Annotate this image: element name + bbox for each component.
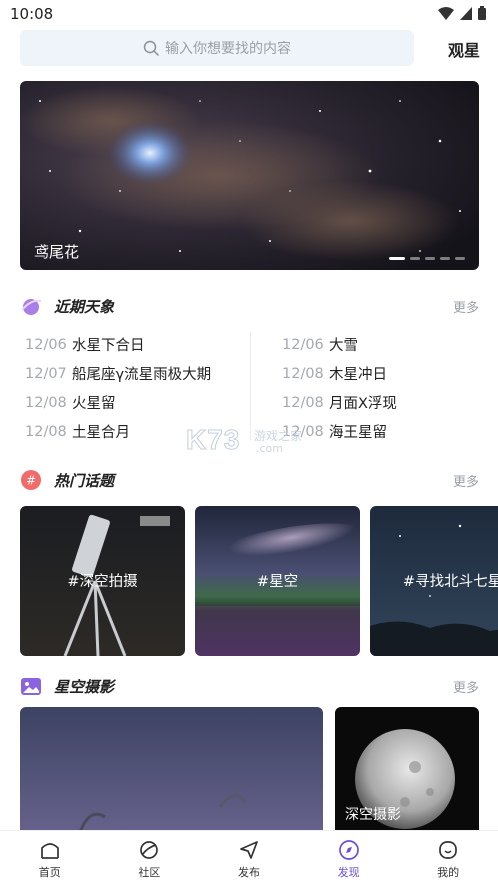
banner-caption: 鸢尾花 [34, 243, 80, 261]
carousel-dot[interactable] [410, 257, 420, 260]
tab-label: 我的 [437, 866, 460, 879]
list-item[interactable]: 12/07 船尾座γ流星雨极大期 [25, 359, 255, 388]
topics-more-link[interactable]: 更多 [453, 471, 479, 490]
banner-image [20, 81, 479, 270]
carousel-dot[interactable] [389, 257, 405, 260]
banner-carousel[interactable]: 鸢尾花 [20, 81, 479, 270]
compass-icon [338, 840, 359, 860]
topics-carousel[interactable]: #深空拍摄 #星空 #寻找北斗七星 [20, 506, 498, 656]
tab-mine[interactable]: 我的 [398, 831, 498, 885]
planet-section-icon [21, 299, 42, 315]
status-icons [438, 6, 486, 20]
tab-discover[interactable]: 发现 [299, 831, 399, 885]
section-title: 近期天象 [54, 298, 115, 316]
section-title: 星空摄影 [54, 678, 115, 696]
topic-label: #星空 [256, 574, 299, 590]
list-item[interactable]: 12/06 大雪 [282, 330, 498, 359]
tab-publish[interactable]: 发布 [199, 831, 299, 885]
status-bar: 10:08 [0, 0, 498, 28]
tab-label: 发现 [337, 866, 360, 879]
celestial-column-right: 12/06 大雪 12/08 木星冲日 12/08 月面X浮现 12/08 海王星留 [282, 330, 498, 446]
photo-image [20, 707, 323, 830]
planet-icon [140, 841, 159, 859]
tab-label: 社区 [138, 866, 161, 879]
photo-section-icon [21, 678, 41, 695]
carousel-dot[interactable] [440, 257, 450, 260]
smile-icon [439, 841, 458, 859]
celestial-more-link[interactable]: 更多 [453, 297, 479, 316]
signal-icon [460, 6, 472, 20]
wifi-icon [438, 6, 454, 20]
send-icon [240, 841, 258, 859]
search-row: 输入你想要找的内容 观星 [20, 30, 480, 66]
svg-text:#: # [26, 474, 36, 488]
hashtag-section-icon: # [21, 470, 41, 490]
topic-label: #深空拍摄 [67, 574, 138, 590]
list-item[interactable]: 12/08 海王星留 [282, 417, 498, 446]
carousel-dots [389, 257, 465, 260]
topic-card[interactable]: #寻找北斗七星 [370, 506, 498, 656]
search-placeholder: 输入你想要找的内容 [165, 41, 291, 57]
carousel-dot[interactable] [455, 257, 465, 260]
search-icon [143, 40, 159, 56]
topic-card[interactable]: #深空拍摄 [20, 506, 185, 656]
list-item[interactable]: 12/08 木星冲日 [282, 359, 498, 388]
stargazing-link[interactable]: 观星 [448, 37, 480, 61]
watermark-brand: K73 [185, 424, 241, 456]
photography-more-link[interactable]: 更多 [453, 677, 479, 696]
carousel-dot[interactable] [425, 257, 435, 260]
photo-label: 深空摄影 [345, 807, 401, 823]
photo-card[interactable] [20, 707, 323, 830]
photo-card[interactable]: 深空摄影 [335, 707, 479, 830]
section-title: 热门话题 [54, 472, 115, 490]
tab-home[interactable]: 首页 [0, 831, 100, 885]
topic-card[interactable]: #星空 [195, 506, 360, 656]
topics-section-header: # 热门话题 更多 [20, 468, 479, 492]
photography-section-header: 星空摄影 更多 [20, 674, 479, 698]
list-item[interactable]: 12/08 月面X浮现 [282, 388, 498, 417]
bottom-tab-bar: 首页 社区 发布 发现 我的 [0, 830, 498, 885]
search-input[interactable]: 输入你想要找的内容 [20, 30, 414, 66]
battery-icon [478, 6, 486, 20]
topic-label: #寻找北斗七星 [402, 574, 498, 590]
photography-grid: 深空摄影 [20, 707, 479, 830]
tab-label: 发布 [237, 866, 260, 879]
tab-label: 首页 [38, 866, 61, 879]
celestial-section-header: 近期天象 更多 [20, 294, 479, 318]
list-item[interactable]: 12/08 火星留 [25, 388, 255, 417]
watermark-domain: .com [256, 442, 283, 455]
status-time: 10:08 [10, 5, 54, 23]
tab-community[interactable]: 社区 [100, 831, 200, 885]
watermark: K73 游戏之家 .com [185, 424, 312, 460]
list-item[interactable]: 12/06 水星下合日 [25, 330, 255, 359]
home-icon [40, 843, 59, 859]
